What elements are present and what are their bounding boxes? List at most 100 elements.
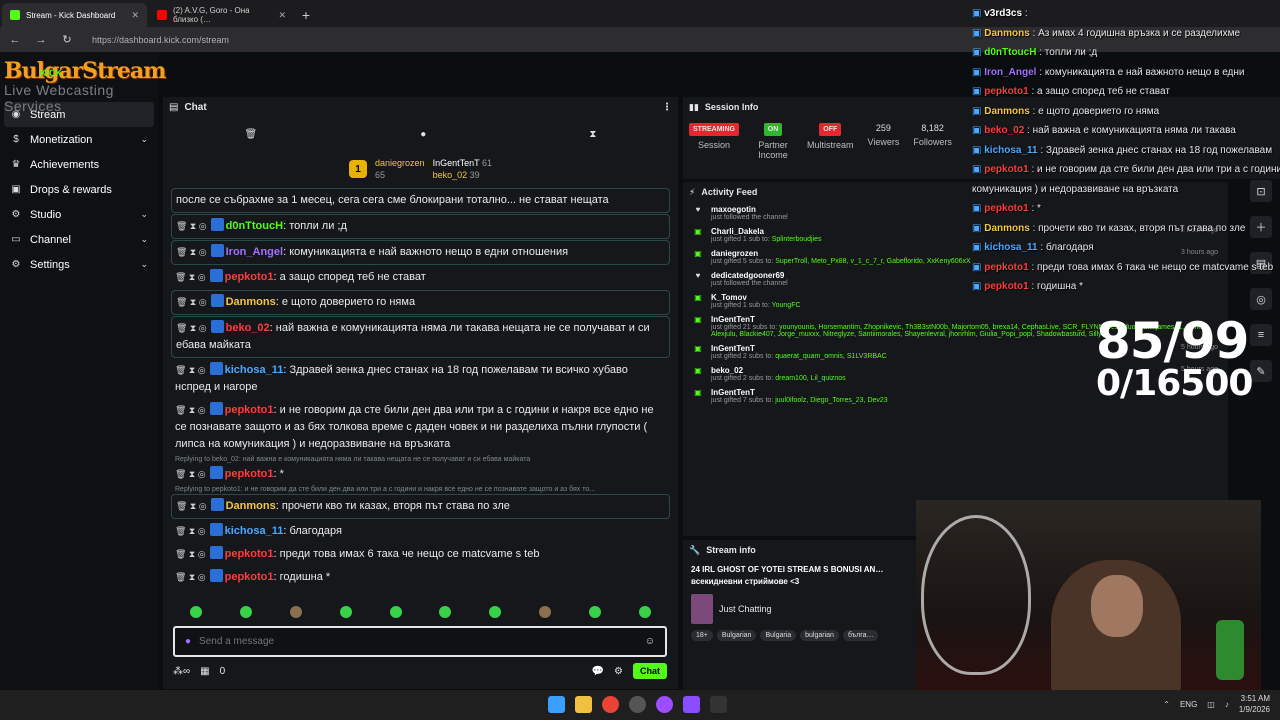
chat-username[interactable]: Iron_Angel (226, 246, 283, 258)
overlay-badge-icon: ▣ (972, 105, 982, 117)
chat-message[interactable]: 🗑 ⧗ ◎ pepkoto1: и не говорим да сте били … (171, 399, 670, 456)
chat-message[interactable]: 🗑 ⧗ ◎ Danmons: прочети кво ти казах, втор… (171, 494, 670, 519)
chat-username[interactable]: Danmons (226, 500, 276, 512)
volume-icon[interactable]: ♪ (1225, 700, 1229, 709)
chat-message[interactable]: 🗑 ⧗ ◎ beko_02: най важна е комуникацията … (171, 316, 670, 358)
trash-icon[interactable]: 🗑 (245, 129, 258, 140)
messenger-icon[interactable] (656, 696, 673, 713)
emote-icon[interactable] (289, 606, 302, 618)
forward-icon[interactable]: → (34, 34, 48, 46)
delete-message-icon[interactable]: 🗑 ⧗ ◎ (175, 365, 206, 375)
language-indicator[interactable]: ENG (1180, 700, 1197, 709)
emote-icon[interactable] (439, 606, 452, 618)
chat-header: ▤ Chat ⋮ (163, 97, 678, 117)
emote-icon[interactable] (189, 606, 202, 618)
chat-username[interactable]: kichosa_11 (225, 364, 284, 376)
wrench-icon[interactable]: ✎ (1250, 360, 1272, 382)
close-tab-icon[interactable]: ✕ (131, 10, 139, 21)
emote-icon[interactable] (339, 606, 352, 618)
sidebar-item-drops[interactable]: ▣ Drops & rewards (0, 177, 158, 202)
obs-icon[interactable] (629, 696, 646, 713)
new-tab-button[interactable]: + (294, 3, 318, 27)
chat-message[interactable]: 🗑 ⧗ ◎ pepkoto1: годишна * (171, 566, 670, 589)
more-options-icon[interactable]: ⋮ (662, 102, 672, 113)
delete-message-icon[interactable]: 🗑 ⧗ ◎ (176, 297, 207, 307)
chrome-icon[interactable] (602, 696, 619, 713)
hourglass-icon[interactable]: ⧗ (589, 129, 596, 140)
emote-icon[interactable] (539, 606, 552, 618)
delete-message-icon[interactable]: 🗑 ⧗ ◎ (175, 572, 206, 582)
chat-username[interactable]: beko_02 (226, 322, 270, 334)
chat-message[interactable]: 🗑 ⧗ ◎ d0nTtoucH: топли ли ;д (171, 214, 670, 239)
chat-username[interactable]: Danmons (226, 296, 276, 308)
chat-username[interactable]: pepkoto1 (225, 548, 274, 560)
delete-message-icon[interactable]: 🗑 ⧗ ◎ (175, 526, 206, 536)
chat-messages: после се събрахме за 1 месец, сега сега … (163, 187, 678, 603)
delete-message-icon[interactable]: 🗑 ⧗ ◎ (176, 247, 207, 257)
chat-settings-icon[interactable]: 💬 (592, 666, 604, 677)
list-icon[interactable]: ≡ (1250, 324, 1272, 346)
sidebar-item-achievements[interactable]: ♛ Achievements (0, 152, 158, 177)
url-field[interactable]: https://dashboard.kick.com/stream (92, 35, 229, 45)
mic-icon[interactable]: ● (185, 636, 191, 647)
browser-tab-youtube[interactable]: (2) A.V.G, Goro - Она близко (… ✕ (149, 3, 294, 27)
tray-chevron-icon[interactable]: ⌃ (1163, 700, 1170, 709)
reload-icon[interactable]: ↻ (60, 33, 74, 46)
users-icon[interactable]: ⁂∞ (173, 666, 190, 677)
delete-message-icon[interactable]: 🗑 ⧗ ◎ (176, 221, 207, 231)
file-explorer-icon[interactable] (575, 696, 592, 713)
chat-username[interactable]: pepkoto1 (225, 571, 274, 583)
emote-icon[interactable] (489, 606, 502, 618)
twitch-icon[interactable] (683, 696, 700, 713)
emote-icon[interactable] (389, 606, 402, 618)
overlay-username: Danmons (984, 222, 1030, 234)
chat-username[interactable]: kichosa_11 (225, 525, 284, 537)
chat-username[interactable]: pepkoto1 (225, 468, 274, 480)
chat-username[interactable]: pepkoto1 (225, 404, 274, 416)
chat-message[interactable]: 🗑 ⧗ ◎ Danmons: е щото доверието го няма (171, 290, 670, 315)
delete-message-icon[interactable]: 🗑 ⧗ ◎ (175, 405, 206, 415)
gear-icon[interactable]: ⚙ (614, 666, 623, 677)
overlay-line: ▣ Iron_Angel : комуникацията е най важно… (972, 63, 1280, 83)
delete-message-icon[interactable]: 🗑 ⧗ ◎ (176, 501, 207, 511)
chat-input[interactable] (199, 636, 637, 647)
network-icon[interactable]: ◫ (1207, 700, 1215, 709)
close-tab-icon[interactable]: ✕ (278, 10, 286, 21)
send-chat-button[interactable]: Chat (633, 663, 667, 679)
terminal-icon[interactable] (710, 696, 727, 713)
windows-start-icon[interactable] (548, 696, 565, 713)
stream-category: Just Chatting (683, 592, 923, 626)
back-icon[interactable]: ← (8, 34, 22, 46)
badge-icon (209, 362, 223, 375)
delete-message-icon[interactable]: 🗑 ⧗ ◎ (175, 469, 206, 479)
badge-icon (210, 244, 224, 257)
emoji-icon[interactable]: ☺ (645, 636, 655, 647)
chat-message[interactable]: 🗑 ⧗ ◎ kichosa_11: благодаря (171, 520, 670, 543)
emote-icon[interactable] (638, 606, 651, 618)
delete-message-icon[interactable]: 🗑 ⧗ ◎ (175, 549, 206, 559)
colon: : (1036, 47, 1045, 58)
chat-mode-icon[interactable]: ● (420, 129, 426, 140)
overlay-line: ▣ Danmons : прочети кво ти казах, вторя … (972, 219, 1280, 239)
chat-message[interactable]: 🗑 ⧗ ◎ pepkoto1: а защо според теб не став… (171, 266, 670, 289)
chat-message[interactable]: 🗑 ⧗ ◎ pepkoto1: преди това имах 6 така че… (171, 543, 670, 566)
browser-tab-kick[interactable]: Stream - Kick Dashboard ✕ (2, 3, 147, 27)
clock[interactable]: 3:51 AM 1/9/2026 (1239, 693, 1270, 715)
emote-icon[interactable] (589, 606, 602, 618)
chat-message[interactable]: после се събрахме за 1 месец, сега сега … (171, 188, 670, 213)
sidebar-item-monetization[interactable]: $ Monetization ⌄ (0, 127, 158, 152)
overlay-badge-icon: ▣ (972, 281, 982, 292)
badge-icon (209, 523, 223, 536)
chat-message[interactable]: 🗑 ⧗ ◎ pepkoto1: * (171, 463, 670, 486)
sidebar-item-studio[interactable]: ⚙ Studio ⌄ (0, 202, 158, 227)
chat-username[interactable]: pepkoto1 (225, 271, 274, 283)
chat-message[interactable]: 🗑 ⧗ ◎ Iron_Angel: комуникацията е най важ… (171, 240, 670, 265)
delete-message-icon[interactable]: 🗑 ⧗ ◎ (175, 272, 206, 282)
delete-message-icon[interactable]: 🗑 ⧗ ◎ (176, 323, 207, 333)
sidebar-item-channel[interactable]: ▭ Channel ⌄ (0, 227, 158, 252)
chat-message[interactable]: 🗑 ⧗ ◎ kichosa_11: Здравей зенка днес стан… (171, 359, 670, 399)
emote-icon[interactable] (239, 606, 252, 618)
chat-username[interactable]: d0nTtoucH (226, 220, 283, 232)
colon: : (1029, 105, 1039, 117)
sidebar-item-settings[interactable]: ⚙ Settings ⌄ (0, 252, 158, 277)
